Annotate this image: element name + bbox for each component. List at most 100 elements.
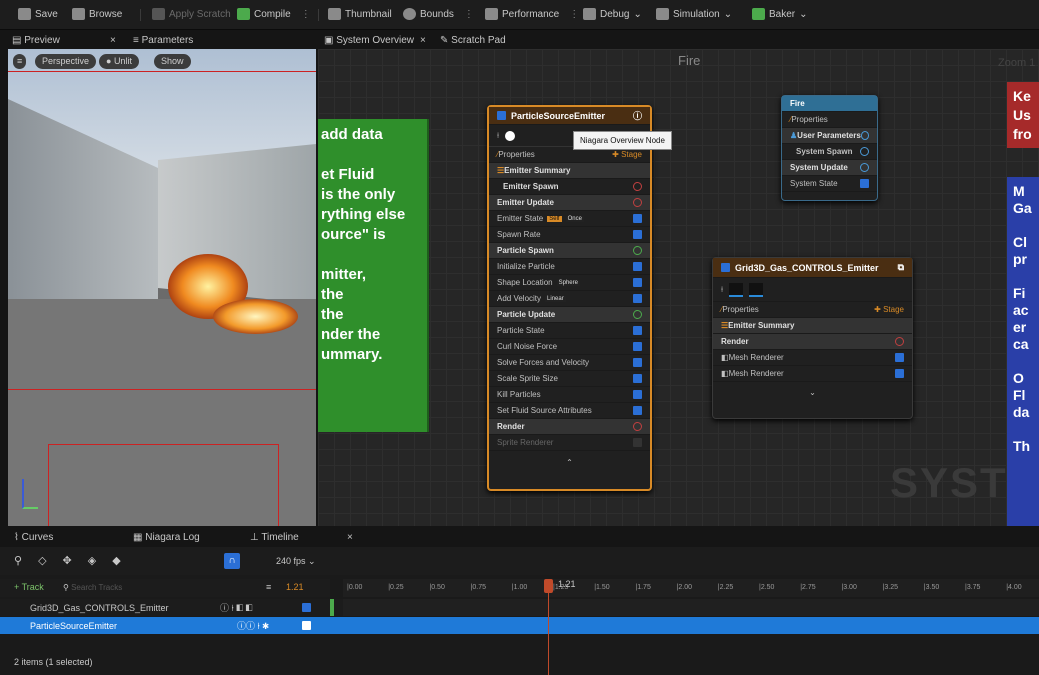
thumbnail-button[interactable]: Thumbnail	[328, 8, 392, 20]
visibility-icon[interactable]: ◇	[38, 554, 46, 567]
node-title-bar[interactable]: Grid3D_Gas_CONTROLS_Emitter ⧉	[713, 258, 912, 278]
grid3d-emitter-node[interactable]: Grid3D_Gas_CONTROLS_Emitter ⧉ ⍿ ⁄ Propert…	[712, 257, 913, 419]
module-checkbox[interactable]	[633, 374, 642, 383]
add-module-icon[interactable]	[633, 310, 642, 319]
system-state-row[interactable]: System State	[782, 176, 877, 192]
renderer-checkbox[interactable]	[633, 438, 642, 447]
module-shape-location[interactable]: Shape Location Sphere	[489, 275, 650, 291]
add-stage-button[interactable]: ✚ Stage	[874, 305, 904, 314]
key-icon[interactable]: ◈	[88, 554, 96, 567]
unlit-button[interactable]: ● Unlit	[99, 54, 139, 69]
track-lane-selected[interactable]	[330, 617, 1039, 634]
module-checkbox[interactable]	[633, 342, 642, 351]
close-timeline-tab[interactable]: ×	[347, 532, 353, 543]
module-scale-sprite[interactable]: Scale Sprite Size	[489, 371, 650, 387]
track-checkbox[interactable]	[302, 621, 311, 630]
snap-icon[interactable]: ✥	[63, 554, 72, 567]
render-row[interactable]: Render	[713, 334, 912, 350]
info-icon[interactable]: ⓘ	[633, 109, 642, 122]
module-checkbox[interactable]	[633, 358, 642, 367]
collapse-chevron-icon[interactable]: ⌃	[489, 451, 650, 473]
mesh-renderer-row[interactable]: ◧ Mesh Renderer	[713, 350, 912, 366]
emitter-summary-row[interactable]: ☰ Emitter Summary	[489, 163, 650, 179]
add-track-button[interactable]: + Track	[14, 582, 44, 592]
module-curl-noise[interactable]: Curl Noise Force	[489, 339, 650, 355]
system-overview-graph[interactable]: Fire Zoom 1 SYSTEM add data et Fluid is …	[318, 49, 1039, 526]
key-tool-icon[interactable]: ⚲	[14, 554, 22, 567]
properties-row[interactable]: ⁄ Properties	[782, 112, 877, 128]
renderer-checkbox[interactable]	[895, 353, 904, 362]
preview-viewport[interactable]: ≡ Perspective ● Unlit Show	[8, 49, 316, 526]
module-checkbox[interactable]	[633, 214, 642, 223]
module-kill-particles[interactable]: Kill Particles	[489, 387, 650, 403]
sprite-renderer-row[interactable]: Sprite Renderer	[489, 435, 650, 451]
comment-box-blue[interactable]: M Ga Cl pr Fi ac er ca O Fl da Th	[1007, 177, 1039, 526]
renderer-checkbox[interactable]	[895, 369, 904, 378]
expand-chevron-icon[interactable]: ⌄	[713, 382, 912, 402]
module-emitter-state[interactable]: Emitter State Self Once	[489, 211, 650, 227]
add-module-icon[interactable]	[860, 147, 869, 156]
add-module-icon[interactable]	[633, 198, 642, 207]
properties-row[interactable]: ⁄ Properties ✚ Stage	[713, 302, 912, 318]
module-checkbox[interactable]	[633, 262, 642, 271]
particle-source-emitter-node[interactable]: ParticleSourceEmitter ⓘ ⍿ ⁄ Properties ✚ S…	[487, 105, 652, 491]
filter-icon[interactable]: ≡	[266, 582, 271, 592]
compile-button[interactable]: Compile ⋮	[237, 8, 311, 20]
debug-dropdown[interactable]: Debug ⌄	[583, 8, 642, 20]
enable-checkbox[interactable]	[497, 111, 506, 120]
add-module-icon[interactable]	[633, 182, 642, 191]
tab-parameters[interactable]: ≡ Parameters	[133, 35, 193, 46]
mesh-renderer-row[interactable]: ◧ Mesh Renderer	[713, 366, 912, 382]
tab-niagara-log[interactable]: ▦ Niagara Log	[133, 532, 200, 543]
save-button[interactable]: Save	[18, 8, 58, 20]
tab-scratch-pad[interactable]: ✎ Scratch Pad	[440, 35, 506, 46]
node-title-bar[interactable]: Fire	[782, 96, 877, 112]
system-spawn-row[interactable]: System Spawn	[782, 144, 877, 160]
module-checkbox[interactable]	[633, 326, 642, 335]
perspective-button[interactable]: Perspective	[35, 54, 97, 69]
current-time-value[interactable]: 1.21	[286, 582, 304, 592]
tab-timeline[interactable]: ⊥ Timeline	[250, 532, 299, 543]
tab-curves[interactable]: ⌇ Curves	[14, 532, 53, 543]
snapping-toggle-icon[interactable]: ∩	[224, 553, 240, 569]
playhead-handle[interactable]	[544, 579, 553, 593]
user-parameters-row[interactable]: ♟ User Parameters	[782, 128, 877, 144]
particle-update-row[interactable]: Particle Update	[489, 307, 650, 323]
module-particle-state[interactable]: Particle State	[489, 323, 650, 339]
module-set-fluid-source[interactable]: Set Fluid Source Attributes	[489, 403, 650, 419]
particle-spawn-row[interactable]: Particle Spawn	[489, 243, 650, 259]
compile-options-icon[interactable]: ⋮	[301, 9, 311, 20]
add-parameter-icon[interactable]	[860, 131, 869, 140]
viewport-menu-icon[interactable]: ≡	[13, 54, 27, 69]
search-tracks-input[interactable]: ⚲ Search Tracks	[63, 581, 253, 595]
show-button[interactable]: Show	[154, 54, 191, 69]
module-checkbox[interactable]	[860, 179, 869, 188]
performance-options-icon[interactable]: ⋮	[569, 9, 579, 20]
add-stage-button[interactable]: ✚ Stage	[612, 150, 642, 159]
node-title-bar[interactable]: ParticleSourceEmitter ⓘ	[489, 107, 650, 125]
baker-dropdown[interactable]: Baker ⌄	[752, 8, 808, 20]
module-checkbox[interactable]	[633, 278, 642, 287]
browse-button[interactable]: Browse	[72, 8, 122, 20]
module-checkbox[interactable]	[633, 230, 642, 239]
comment-box-green[interactable]: add data et Fluid is the only rything el…	[318, 119, 429, 432]
module-spawn-rate[interactable]: Spawn Rate	[489, 227, 650, 243]
add-module-icon[interactable]	[633, 246, 642, 255]
emitter-summary-row[interactable]: ☰ Emitter Summary	[713, 318, 912, 334]
add-module-icon[interactable]	[860, 163, 869, 172]
module-solve-forces[interactable]: Solve Forces and Velocity	[489, 355, 650, 371]
render-row[interactable]: Render	[489, 419, 650, 435]
enable-checkbox[interactable]	[721, 263, 730, 272]
add-renderer-icon[interactable]	[633, 422, 642, 431]
emitter-spawn-row[interactable]: Emitter Spawn	[489, 179, 650, 195]
time-ruler[interactable]: |0.00 |0.25 |0.50 |0.75 |1.00 |1.25 |1.50 |1.75…	[343, 579, 1039, 597]
apply-scratch-button[interactable]: Apply Scratch	[152, 8, 231, 20]
tab-system-overview[interactable]: ▣ System Overview	[324, 35, 414, 46]
module-add-velocity[interactable]: Add Velocity Linear	[489, 291, 650, 307]
open-external-icon[interactable]: ⧉	[898, 262, 904, 273]
tab-preview[interactable]: ▤ Preview	[12, 35, 60, 46]
module-initialize-particle[interactable]: Initialize Particle	[489, 259, 650, 275]
track-checkbox[interactable]	[302, 603, 311, 612]
module-checkbox[interactable]	[633, 390, 642, 399]
bounds-options-icon[interactable]: ⋮	[464, 9, 474, 20]
